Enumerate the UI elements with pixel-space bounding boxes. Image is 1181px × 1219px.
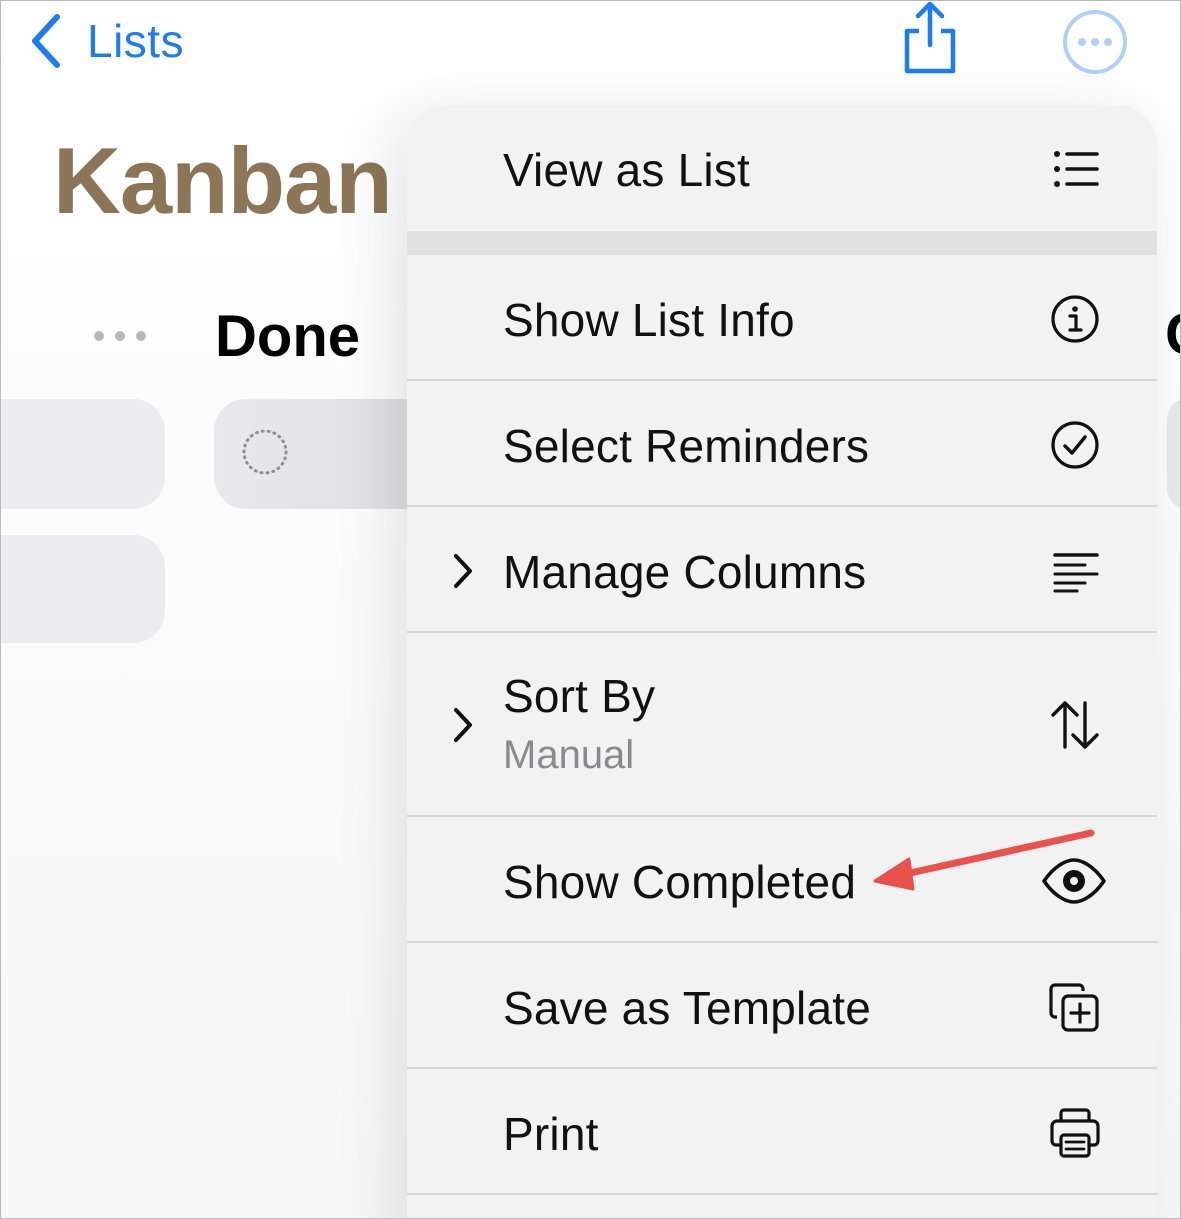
back-label: Lists	[87, 15, 185, 67]
list-bullet-icon	[1054, 151, 1099, 187]
reminder-card[interactable]	[1, 535, 165, 643]
more-button[interactable]	[1062, 9, 1128, 75]
menu-item-label: Sort By	[503, 670, 656, 722]
reminder-card[interactable]	[1, 399, 165, 509]
chevron-right-icon	[454, 554, 472, 588]
chevron-left-icon	[32, 14, 60, 68]
share-button[interactable]	[899, 1, 961, 75]
page-title: Kanban	[53, 128, 393, 233]
back-button[interactable]: Lists	[27, 9, 184, 73]
menu-item-select-reminders[interactable]: Select Reminders	[407, 381, 1157, 505]
dotted-circle-icon[interactable]	[241, 428, 289, 476]
checkmark-circle-icon	[1051, 421, 1099, 469]
text-align-icon	[1053, 553, 1099, 593]
reminder-card[interactable]	[1167, 399, 1180, 509]
context-menu: View as List Show List Info Select Remin…	[407, 105, 1157, 1218]
menu-item-view-as-list[interactable]: View as List	[407, 105, 1157, 231]
menu-divider	[407, 1193, 1157, 1195]
next-column-title: C	[1165, 301, 1180, 371]
plus-square-on-square-icon	[1049, 983, 1099, 1032]
menu-item-label: Select Reminders	[503, 420, 870, 472]
info-circle-icon	[1051, 295, 1099, 343]
menu-item-label: Save as Template	[503, 982, 872, 1034]
screen: Lists Kanban Done C View as List	[0, 0, 1181, 1219]
column-more-icon[interactable]	[93, 323, 149, 349]
sort-arrows-icon	[1051, 701, 1099, 749]
share-icon	[904, 1, 956, 74]
menu-item-label: Manage Columns	[503, 546, 867, 598]
ellipsis-circle-icon	[1063, 10, 1127, 74]
printer-icon	[1050, 1108, 1100, 1158]
menu-item-label: Print	[503, 1108, 599, 1160]
menu-item-sort-by[interactable]: Sort By Manual	[407, 633, 1157, 815]
menu-item-label: Show Completed	[503, 856, 857, 908]
menu-item-print[interactable]: Print	[407, 1069, 1157, 1193]
menu-item-save-as-template[interactable]: Save as Template	[407, 943, 1157, 1067]
menu-item-sublabel: Manual	[503, 733, 635, 777]
menu-item-manage-columns[interactable]: Manage Columns	[407, 507, 1157, 631]
eye-icon	[1042, 858, 1106, 904]
menu-item-show-list-info[interactable]: Show List Info	[407, 255, 1157, 379]
menu-item-show-completed[interactable]: Show Completed	[407, 817, 1157, 941]
menu-item-label: Show List Info	[503, 294, 795, 346]
menu-item-label: View as List	[503, 144, 750, 196]
chevron-right-icon	[454, 708, 472, 742]
column-title: Done	[215, 304, 360, 369]
menu-group-separator	[407, 231, 1157, 255]
